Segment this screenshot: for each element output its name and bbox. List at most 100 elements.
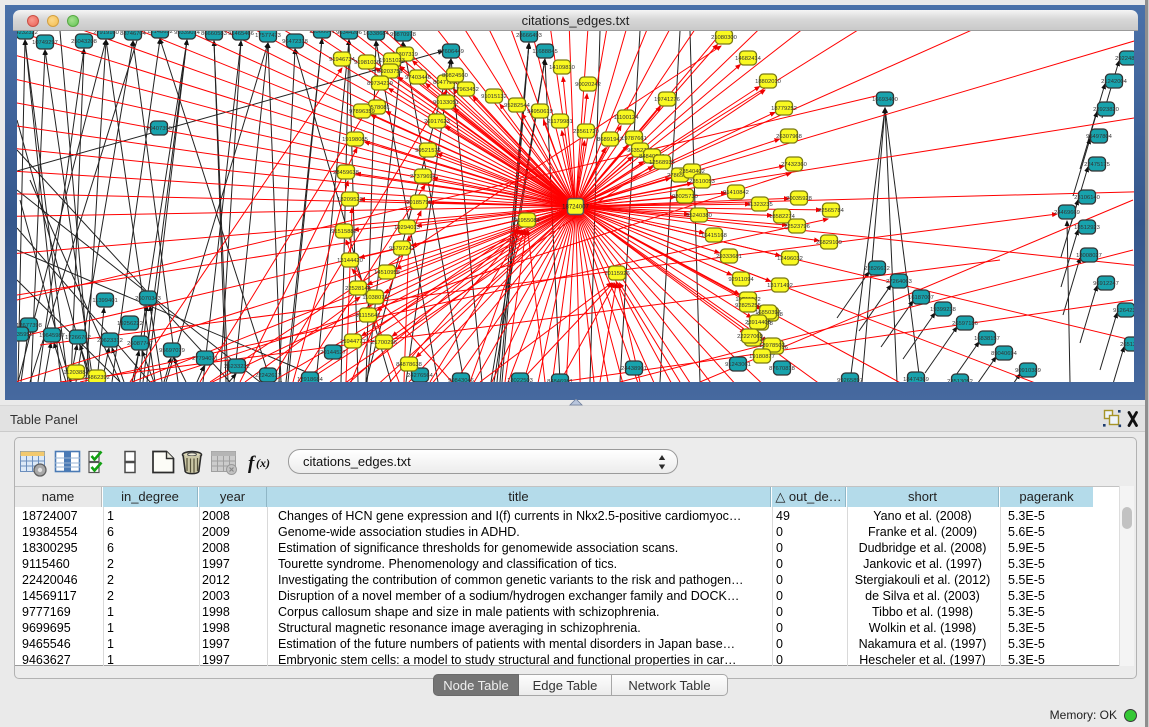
svg-text:10749297: 10749297: [32, 40, 58, 46]
svg-text:18022503: 18022503: [507, 378, 533, 382]
svg-text:96472318: 96472318: [282, 39, 308, 45]
svg-text:84846981: 84846981: [547, 379, 573, 382]
svg-text:97896359: 97896359: [349, 109, 375, 115]
svg-text:16187007: 16187007: [908, 295, 934, 301]
svg-text:14510958: 14510958: [374, 270, 400, 276]
svg-text:18724007: 18724007: [562, 205, 589, 211]
svg-text:90910389: 90910389: [1015, 368, 1041, 374]
svg-text:19741276: 19741276: [654, 97, 680, 103]
svg-text:27379694: 27379694: [410, 174, 437, 180]
svg-text:88746704: 88746704: [120, 31, 147, 37]
svg-text:91465466: 91465466: [228, 31, 254, 37]
svg-text:24232322: 24232322: [17, 31, 38, 36]
svg-text:99870978: 99870978: [390, 32, 416, 38]
svg-text:89040694: 89040694: [991, 351, 1018, 357]
svg-text:25233232: 25233232: [224, 364, 250, 370]
svg-text:98025730: 98025730: [672, 194, 698, 200]
svg-text:19198085: 19198085: [342, 137, 368, 143]
svg-text:99339014: 99339014: [174, 31, 201, 36]
svg-text:90843046: 90843046: [448, 378, 474, 382]
svg-text:84878638: 84878638: [396, 362, 422, 368]
svg-text:11100124: 11100124: [614, 115, 640, 121]
svg-text:99521574: 99521574: [415, 148, 442, 154]
svg-text:92825255: 92825255: [735, 303, 761, 309]
svg-text:22475175: 22475175: [1084, 162, 1110, 168]
svg-text:29333681: 29333681: [716, 254, 742, 260]
svg-text:20623312: 20623312: [97, 338, 123, 344]
svg-text:27606449: 27606449: [438, 49, 464, 55]
svg-text:24276564: 24276564: [407, 373, 434, 379]
svg-text:19180877: 19180877: [749, 354, 775, 360]
svg-text:95240380: 95240380: [686, 213, 712, 219]
svg-text:18978503: 18978503: [759, 343, 785, 349]
svg-text:23914406: 23914406: [745, 320, 771, 326]
svg-text:27264063: 27264063: [886, 279, 912, 285]
svg-text:91115646: 91115646: [356, 313, 381, 319]
svg-text:23561720: 23561720: [573, 129, 599, 135]
svg-text:13171492: 13171492: [767, 283, 793, 289]
svg-text:(x): (x): [256, 456, 270, 470]
svg-text:20144527: 20144527: [320, 350, 346, 356]
svg-text:20035928: 20035928: [786, 196, 812, 202]
svg-text:26307968: 26307968: [776, 134, 802, 140]
svg-text:21242004: 21242004: [1101, 79, 1128, 85]
svg-text:25043208: 25043208: [71, 39, 97, 45]
svg-text:95697079: 95697079: [159, 348, 185, 354]
svg-text:22826612: 22826612: [864, 266, 890, 272]
svg-text:26917623: 26917623: [424, 119, 450, 125]
svg-text:27794071: 27794071: [192, 356, 218, 362]
svg-text:17963452: 17963452: [453, 87, 479, 93]
svg-text:21700296: 21700296: [371, 340, 397, 346]
svg-text:26512339: 26512339: [1120, 342, 1134, 348]
svg-text:16838157: 16838157: [974, 336, 1000, 342]
svg-text:26597186: 26597186: [952, 321, 978, 327]
svg-text:12918684: 12918684: [297, 377, 324, 382]
svg-text:91955084: 91955084: [514, 218, 541, 224]
svg-text:11323235: 11323235: [747, 202, 772, 208]
svg-text:18779252: 18779252: [771, 106, 797, 112]
svg-text:94950619: 94950619: [527, 109, 553, 115]
svg-text:24862392: 24862392: [84, 375, 110, 381]
svg-text:89824560: 89824560: [442, 73, 468, 79]
svg-text:96912247: 96912247: [1093, 281, 1119, 287]
svg-text:26829109: 26829109: [816, 240, 842, 246]
svg-text:86660583: 86660583: [201, 31, 227, 37]
svg-text:28666493: 28666493: [516, 33, 542, 39]
svg-text:22523796: 22523796: [784, 224, 810, 230]
svg-text:15944777: 15944777: [340, 339, 366, 345]
svg-text:14109810: 14109810: [549, 65, 575, 71]
svg-text:91981036: 91981036: [354, 60, 380, 66]
svg-text:12148652: 12148652: [147, 31, 173, 35]
svg-text:23923820: 23923820: [1093, 107, 1119, 113]
svg-text:14682414: 14682414: [735, 56, 762, 62]
svg-text:11038076: 11038076: [362, 295, 387, 301]
svg-text:95797241: 95797241: [389, 246, 415, 252]
svg-text:18209523: 18209523: [337, 197, 363, 203]
svg-text:89734219: 89734219: [367, 81, 393, 87]
svg-text:91515882: 91515882: [331, 229, 357, 235]
svg-text:96344206: 96344206: [336, 31, 362, 36]
svg-text:91015132: 91015132: [481, 94, 507, 100]
svg-text:22227069: 22227069: [737, 334, 763, 340]
svg-text:16338684: 16338684: [363, 31, 390, 37]
svg-text:95497804: 95497804: [1086, 134, 1113, 140]
svg-text:24438901: 24438901: [621, 366, 647, 372]
svg-text:27919160: 27919160: [93, 31, 119, 36]
svg-text:13566641: 13566641: [309, 31, 335, 35]
svg-text:90185799: 90185799: [406, 200, 432, 206]
svg-text:19151023: 19151023: [379, 58, 405, 64]
svg-text:86891947: 86891947: [597, 137, 623, 143]
svg-text:12568934: 12568934: [649, 160, 676, 166]
svg-text:29224806: 29224806: [1115, 56, 1134, 62]
svg-text:26087747: 26087747: [127, 341, 153, 347]
svg-text:11688845: 11688845: [532, 49, 557, 55]
svg-text:19645987: 19645987: [39, 333, 65, 339]
svg-text:91946734: 91946734: [329, 57, 356, 63]
svg-text:99203751: 99203751: [377, 69, 403, 75]
svg-text:29235952: 29235952: [17, 332, 33, 338]
svg-text:18802010: 18802010: [755, 79, 781, 85]
svg-text:87670818: 87670818: [769, 366, 795, 372]
svg-text:16693400: 16693400: [872, 97, 898, 103]
svg-text:16415168: 16415168: [701, 233, 727, 239]
svg-text:90133051: 90133051: [433, 100, 459, 106]
